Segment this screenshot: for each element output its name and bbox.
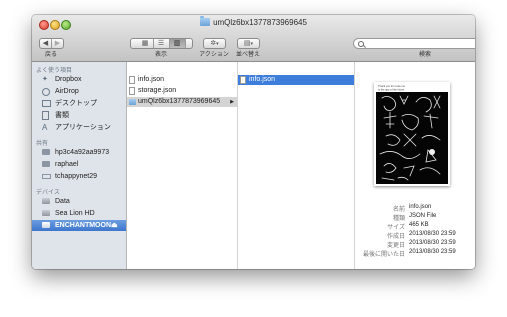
file-thumbnail: Thank you for invite me to the app of th… xyxy=(374,82,450,186)
sidebar-item-label: Sea Lion HD xyxy=(55,210,95,217)
file-name: info.json xyxy=(138,76,165,83)
sidebar-item-tchappynet29[interactable]: tchappynet29 xyxy=(32,171,126,182)
airdrop-icon xyxy=(42,88,50,96)
view-label: 表示 xyxy=(154,52,168,58)
sidebar-item-label: デスクトップ xyxy=(55,100,97,107)
icon-view-icon[interactable]: ▦ xyxy=(138,39,154,48)
sidebar-item-label: Data xyxy=(55,198,70,205)
back-label: 戻る xyxy=(44,52,58,58)
search-icon xyxy=(358,40,364,47)
forward-arrow-icon[interactable]: ▶ xyxy=(52,39,63,48)
computer-icon xyxy=(42,174,51,179)
info-key-created: 作成日 xyxy=(386,234,405,240)
info-value-name: info.json xyxy=(409,204,432,210)
finder-window: umQlz6bx1377873969645 ◀▶ 戻る ▦☰▥▤ 表示 ✲▾ ア… xyxy=(32,15,475,269)
back-forward-control: ◀ ▶ xyxy=(39,38,64,49)
list-item[interactable]: storage.json xyxy=(127,86,237,96)
sidebar-item-raphael[interactable]: raphael xyxy=(32,159,126,170)
computer-icon xyxy=(42,161,50,167)
file-icon xyxy=(129,76,135,84)
list-item[interactable]: info.json xyxy=(238,75,354,85)
info-value-kind: JSON File xyxy=(409,213,437,219)
column-1: info.json storage.json umQlz6bx137787396… xyxy=(127,62,238,269)
desktop-icon xyxy=(42,100,51,107)
sidebar-item-enchantmoon[interactable]: ENCHANTMOON ⏏ xyxy=(32,220,126,231)
sidebar-header-devices: デバイス xyxy=(36,190,60,196)
drive-icon xyxy=(42,222,50,228)
folder-icon xyxy=(129,99,136,105)
info-value-created: 2013/08/30 23:59 xyxy=(409,231,456,237)
sidebar-item-data[interactable]: Data xyxy=(32,196,126,207)
sidebar-item-label: tchappynet29 xyxy=(55,173,98,180)
sidebar-item-dropbox[interactable]: ✦ Dropbox xyxy=(32,74,126,85)
computer-icon xyxy=(42,149,50,155)
sidebar-item-label: 書類 xyxy=(55,112,69,119)
sidebar-item-hp3c4a92aa9973[interactable]: hp3c4a92aa9973 xyxy=(32,147,126,158)
info-value-modified: 2013/08/30 23:59 xyxy=(409,240,456,246)
action-button[interactable]: ✲▾ xyxy=(203,38,226,49)
file-icon xyxy=(129,87,135,95)
search-input[interactable] xyxy=(353,38,475,49)
toolbar: umQlz6bx1377873969645 ◀▶ 戻る ▦☰▥▤ 表示 ✲▾ ア… xyxy=(32,15,475,62)
list-view-icon[interactable]: ☰ xyxy=(154,39,170,48)
info-value-size: 465 KB xyxy=(409,222,429,228)
sidebar-item-label: AirDrop xyxy=(55,88,79,95)
sidebar: よく使う項目 ✦ Dropbox AirDrop デスクトップ 書類 A アプリ… xyxy=(32,62,127,269)
drive-icon xyxy=(42,210,50,216)
window-title-bar: umQlz6bx1377873969645 xyxy=(32,16,475,27)
sidebar-item-label: Dropbox xyxy=(55,76,82,83)
drawing-thumbnail-image: Thank you for invite me to the app of th… xyxy=(374,82,450,186)
view-mode-control: ▦☰▥▤ xyxy=(130,38,193,49)
info-key-name: 名前 xyxy=(392,207,405,213)
file-icon xyxy=(240,76,246,84)
thumbnail-text: to the app of the future xyxy=(378,88,405,92)
dropbox-icon: ✦ xyxy=(42,76,48,83)
folder-icon xyxy=(200,16,211,26)
window-title: umQlz6bx1377873969645 xyxy=(213,18,307,27)
chevron-down-icon: ▾ xyxy=(250,41,254,47)
info-key-kind: 種類 xyxy=(392,216,405,222)
thumbnail-text: Thank you for invite me xyxy=(378,84,406,88)
sidebar-item-label: ENCHANTMOON xyxy=(55,222,111,229)
sidebar-header-shared: 共有 xyxy=(36,141,49,147)
sidebar-header-favorites: よく使う項目 xyxy=(36,68,73,74)
documents-icon xyxy=(42,111,49,120)
file-name: storage.json xyxy=(138,87,177,94)
column-view-icon[interactable]: ▥ xyxy=(169,39,186,48)
arrange-button[interactable]: ▤▾ xyxy=(237,38,260,49)
info-key-size: サイズ xyxy=(387,225,405,231)
sidebar-item-label: raphael xyxy=(55,161,79,168)
sidebar-item-airdrop[interactable]: AirDrop xyxy=(32,86,126,97)
sidebar-item-sea-lion-hd[interactable]: Sea Lion HD xyxy=(32,208,126,219)
arrange-grid-icon: ▤ xyxy=(243,40,251,47)
chevron-down-icon: ▾ xyxy=(216,41,219,47)
eject-icon[interactable]: ⏏ xyxy=(111,220,118,231)
sidebar-item-label: hp3c4a92aa9973 xyxy=(55,149,110,156)
list-item[interactable]: info.json xyxy=(127,75,237,85)
applications-icon: A xyxy=(42,123,48,132)
file-name: info.json xyxy=(249,76,276,83)
sidebar-item-label: アプリケーション xyxy=(55,124,111,131)
info-key-last-opened: 最後に開いた日 xyxy=(362,252,405,258)
drive-icon xyxy=(42,198,50,204)
back-arrow-icon[interactable]: ◀ xyxy=(40,39,52,48)
info-key-modified: 変更日 xyxy=(386,243,405,249)
folder-name: umQlz6bx1377873969645 xyxy=(138,98,221,105)
search-label: 検索 xyxy=(418,52,432,58)
column-2: info.json xyxy=(238,62,355,269)
arrange-label: 並べ替え xyxy=(235,52,261,58)
preview-pane: Thank you for invite me to the app of th… xyxy=(355,62,475,269)
action-label: アクション xyxy=(199,52,229,58)
list-item[interactable]: umQlz6bx1377873969645 ▶ xyxy=(127,97,237,107)
disclosure-arrow-icon: ▶ xyxy=(230,99,234,105)
sidebar-item-applications[interactable]: A アプリケーション xyxy=(32,122,126,133)
info-value-last-opened: 2013/08/30 23:59 xyxy=(409,249,456,255)
sidebar-item-desktop[interactable]: デスクトップ xyxy=(32,98,126,109)
sidebar-item-documents[interactable]: 書類 xyxy=(32,110,126,121)
